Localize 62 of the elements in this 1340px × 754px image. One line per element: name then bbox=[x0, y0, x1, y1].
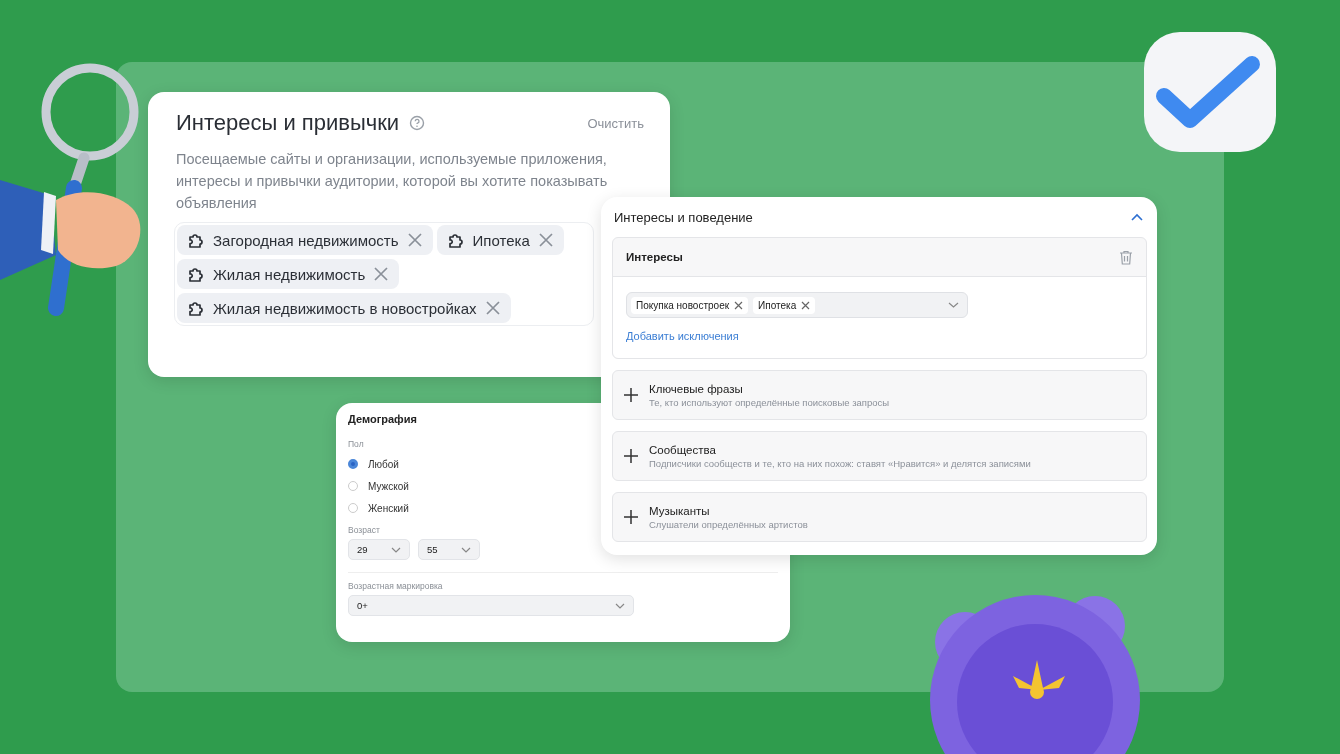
field-label: Возрастная маркировка bbox=[348, 581, 443, 591]
field-label: Возраст bbox=[348, 525, 380, 535]
chevron-down-icon bbox=[948, 302, 959, 308]
chevron-down-icon bbox=[461, 546, 471, 553]
radio-label: Любой bbox=[368, 458, 399, 470]
card-title: Демография bbox=[348, 413, 418, 425]
radio-label: Мужской bbox=[368, 480, 409, 492]
chips-field[interactable]: Загородная недвижимость Ипотека Жилая недвижимость Жилая недвижимость в новостройках bbox=[174, 222, 594, 326]
section-subtitle: Слушатели определённых артистов bbox=[649, 518, 808, 530]
close-icon[interactable] bbox=[373, 266, 390, 282]
chip-label: Ипотека bbox=[472, 231, 530, 249]
chip-label: Жилая недвижимость в новостройках bbox=[213, 299, 477, 317]
add-exclusions-link[interactable]: Добавить исключения bbox=[626, 330, 739, 342]
interest-tag[interactable]: Ипотека bbox=[753, 296, 816, 314]
section-subtitle: Те, кто используют определённые поисковые запросы bbox=[649, 396, 890, 408]
puzzle-icon bbox=[187, 231, 205, 249]
tag-label: Ипотека bbox=[758, 299, 797, 311]
card-title: Интересы и привычки bbox=[176, 110, 400, 136]
field-label: Пол bbox=[348, 439, 364, 449]
interest-tag[interactable]: Покупка новостроек bbox=[631, 296, 749, 314]
age-to-select[interactable]: 55 bbox=[418, 539, 480, 560]
interest-chip[interactable]: Ипотека bbox=[436, 225, 564, 255]
trash-icon[interactable] bbox=[1119, 249, 1133, 265]
chip-label: Загородная недвижимость bbox=[213, 231, 399, 249]
section-title: Музыканты bbox=[649, 504, 711, 517]
interest-chip[interactable]: Жилая недвижимость bbox=[177, 259, 400, 289]
close-icon[interactable] bbox=[537, 232, 554, 248]
interests-select[interactable]: Покупка новостроек Ипотека bbox=[626, 292, 968, 318]
add-section-row[interactable]: Музыканты Слушатели определённых артистов bbox=[612, 492, 1147, 542]
section-title: Сообщества bbox=[649, 443, 717, 456]
add-section-row[interactable]: Ключевые фразы Те, кто используют определённые поисковые запросы bbox=[612, 370, 1147, 420]
close-icon[interactable] bbox=[801, 300, 811, 310]
age-from-select[interactable]: 29 bbox=[348, 539, 410, 560]
radio-label: Женский bbox=[368, 502, 409, 514]
puzzle-icon bbox=[446, 231, 465, 249]
tag-label: Покупка новостроек bbox=[636, 299, 730, 311]
plus-icon bbox=[624, 388, 638, 402]
interest-chip[interactable]: Загородная недвижимость bbox=[177, 225, 433, 255]
chevron-down-icon bbox=[615, 602, 625, 609]
close-icon[interactable] bbox=[406, 232, 423, 248]
close-icon[interactable] bbox=[734, 300, 744, 310]
plus-icon bbox=[624, 449, 638, 463]
gender-radio[interactable]: Женский bbox=[348, 497, 409, 519]
puzzle-icon bbox=[187, 265, 205, 283]
add-section-row[interactable]: Сообщества Подписчики сообществ и те, кто на них похож: ставят «Нравится» и делятся записями bbox=[612, 431, 1147, 481]
card-description: Посещаемые сайты и организации, используемые приложения, интересы и привычки аудитории, которой вы хотите показывать объявления bbox=[176, 150, 609, 213]
interest-chip[interactable]: Жилая недвижимость в новостройках bbox=[177, 293, 511, 323]
age-rating-select[interactable]: 0+ bbox=[348, 595, 634, 616]
gender-radio[interactable]: Мужской bbox=[348, 475, 409, 497]
chevron-up-icon[interactable] bbox=[1131, 213, 1143, 221]
radio-circle[interactable] bbox=[348, 459, 358, 469]
plus-icon bbox=[624, 510, 638, 524]
gender-radio[interactable]: Любой bbox=[348, 453, 399, 475]
section-title: Интересы bbox=[626, 251, 683, 263]
close-icon[interactable] bbox=[484, 300, 501, 316]
help-icon bbox=[409, 115, 426, 131]
section-title: Ключевые фразы bbox=[649, 382, 744, 395]
section-subtitle: Подписчики сообществ и те, кто на них похож: ставят «Нравится» и делятся записями bbox=[649, 457, 1031, 469]
chevron-down-icon bbox=[391, 546, 401, 553]
puzzle-icon bbox=[187, 299, 205, 317]
card-title: Интересы и поведение bbox=[614, 209, 753, 225]
chip-label: Жилая недвижимость bbox=[213, 265, 366, 283]
